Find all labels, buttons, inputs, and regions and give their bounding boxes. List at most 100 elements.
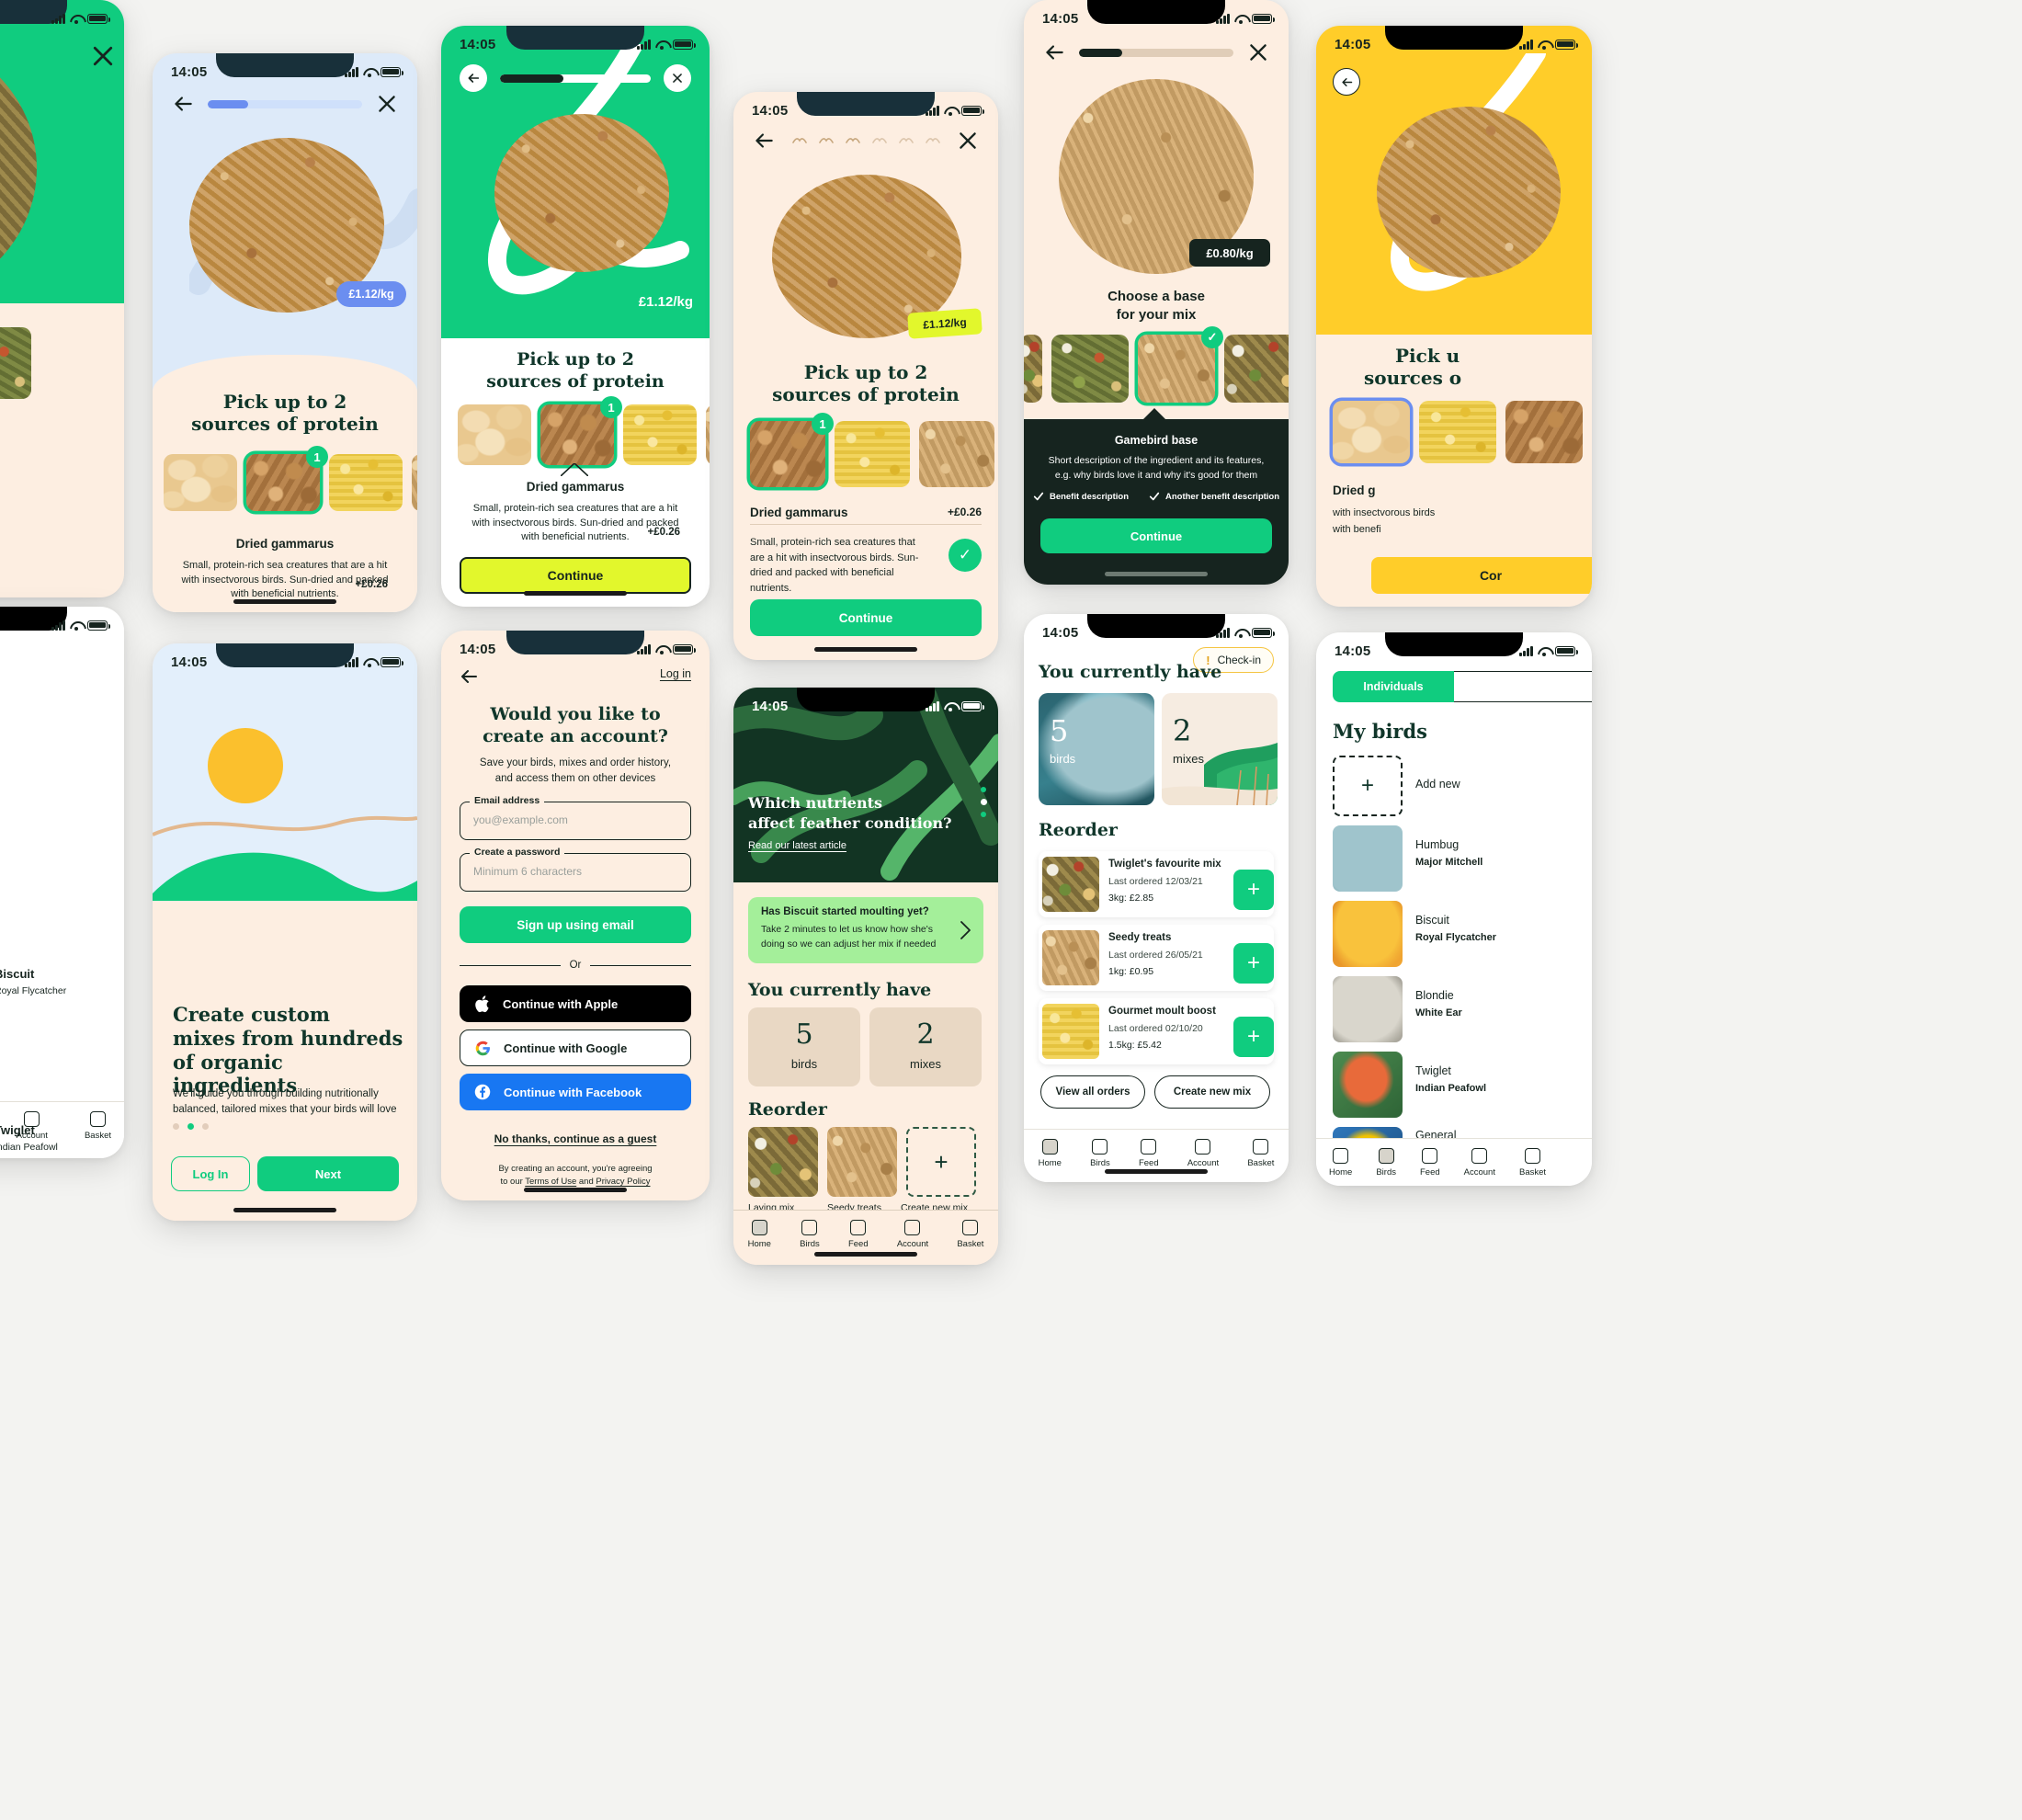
ingredient-tile-peanuts[interactable] [458,404,531,465]
close-icon[interactable] [1246,40,1270,64]
nav-item-feed[interactable]: Feed [1420,1148,1440,1177]
close-icon[interactable] [956,129,980,153]
bird-photo-biscuit[interactable] [1333,901,1403,967]
nav-item-home[interactable]: Home [1329,1148,1352,1177]
ingredient-tile-seed[interactable] [706,404,710,465]
signup-email-button[interactable]: Sign up using email [460,906,691,943]
close-icon [673,74,682,83]
article-cta-link[interactable]: Read our latest article [748,840,846,851]
ingredient-tile-millet[interactable] [1419,401,1496,463]
ingredient-name: Dried g [1333,483,1376,497]
nav-item-birds[interactable]: Birds [1376,1148,1396,1177]
bird-photo-humbug[interactable] [1333,825,1403,892]
stat-card-birds[interactable]: 5 birds [748,1007,860,1086]
ingredient-tile-peanuts[interactable] [164,454,237,511]
stat-card-birds[interactable]: 5 birds [1039,693,1154,805]
base-tile-0[interactable] [1024,335,1042,403]
nav-item-birds[interactable]: Birds [1090,1139,1110,1168]
create-new-mix-button[interactable]: + [906,1127,976,1197]
log-in-button[interactable]: Log In [171,1156,250,1191]
base-tile-3[interactable] [0,327,31,399]
reorder-thumb-laying-mix[interactable] [748,1127,818,1197]
ingredient-price: +£0.26 [947,506,982,518]
back-arrow-icon[interactable] [458,665,480,688]
add-to-basket-button[interactable]: + [1233,870,1274,910]
bird-photo-twiglet[interactable] [1333,1052,1403,1118]
continue-facebook-button[interactable]: Continue with Facebook [460,1074,691,1110]
back-button[interactable] [1333,68,1360,96]
bird-species-twiglet: Indian Peafowl [0,1142,58,1153]
add-to-basket-button[interactable]: + [1233,1017,1274,1057]
ingredient-tile-seed[interactable] [412,454,417,511]
continue-button[interactable]: Continue [750,599,982,636]
base-tile-1[interactable] [1051,335,1129,403]
divider-label: Or [569,960,582,971]
create-new-mix-button[interactable]: Create new mix [1154,1075,1270,1109]
reorder-thumb [1042,857,1099,912]
ingredient-tile-millet[interactable] [329,454,403,511]
privacy-link[interactable]: Privacy Policy [596,1177,650,1187]
add-new-bird-button[interactable]: + [1333,756,1403,816]
bird-photo-blondie[interactable] [1333,976,1403,1042]
ingredient-tile-dried-gammarus[interactable]: 1 [750,413,834,487]
nav-item-feed[interactable]: Feed [1139,1139,1159,1168]
reorder-row-2[interactable]: Gourmet moult boost Last ordered 02/10/2… [1039,998,1274,1064]
ingredient-tile-dried-gammarus[interactable]: 1 [246,446,328,511]
confirm-check-button[interactable]: ✓ [949,539,982,572]
bird-species-biscuit: Royal Flycatcher [0,985,67,996]
log-in-link[interactable]: Log in [660,667,691,680]
stat-card-mixes[interactable]: 2 mixes [1162,693,1278,805]
status-time: 14:05 [1335,643,1371,659]
back-arrow-icon[interactable] [752,129,776,153]
nav-item-basket[interactable]: Basket [1247,1139,1274,1168]
nav-item-account[interactable]: Account [897,1220,928,1249]
nav-item-home[interactable]: Home [1039,1139,1062,1168]
continue-button[interactable]: Continue [460,557,691,594]
terms-link[interactable]: Terms of Use [525,1177,576,1187]
continue-guest-link[interactable]: No thanks, continue as a guest [441,1132,710,1145]
continue-google-button[interactable]: Continue with Google [460,1029,691,1066]
nav-item-birds[interactable]: Birds [800,1220,820,1249]
back-button[interactable] [460,64,487,92]
next-button[interactable]: Next [257,1156,399,1191]
checkin-prompt-card[interactable]: Has Biscuit started moulting yet? Take 2… [748,897,983,963]
progress-bar [208,99,362,108]
nav-item-account[interactable]: Account [1464,1148,1495,1177]
continue-apple-button[interactable]: Continue with Apple [460,985,691,1022]
nav-item-basket[interactable]: Basket [1519,1148,1546,1177]
nav-item-home[interactable]: Home [748,1220,771,1249]
tab-individuals[interactable]: Individuals [1333,671,1454,702]
article-title-l2: affect feather condition? [748,814,952,832]
close-button[interactable] [664,64,691,92]
continue-button[interactable]: Continue [1040,518,1272,553]
reorder-thumb-seedy-treats[interactable] [827,1127,897,1197]
add-to-basket-button[interactable]: + [1233,943,1274,984]
ingredient-tile-dried-gammarus[interactable] [1505,401,1583,463]
email-field[interactable]: Email address you@example.com [460,795,691,840]
nav-item-feed[interactable]: Feed [848,1220,869,1249]
close-icon[interactable] [375,92,399,116]
back-arrow-icon[interactable] [171,92,195,116]
back-arrow-icon[interactable] [1042,40,1066,64]
bird-species-biscuit: Royal Flycatcher [1415,932,1497,943]
status-icons [51,620,110,631]
tab-groups[interactable] [1454,671,1592,702]
password-field[interactable]: Create a password Minimum 6 characters [460,847,691,892]
nav-item-account[interactable]: Account [1187,1139,1219,1168]
base-tile-gamebird[interactable]: ✓ [1138,326,1223,403]
continue-button[interactable]: Cor [1371,557,1592,594]
view-all-orders-button[interactable]: View all orders [1040,1075,1145,1109]
nav-item-basket[interactable]: Basket [957,1220,983,1249]
stat-card-mixes[interactable]: 2 mixes [869,1007,982,1086]
phone-create-account: 14:05 Log in Would you like to create an… [441,631,710,1200]
close-icon[interactable] [89,42,117,70]
ingredient-tile-millet[interactable] [835,421,910,487]
reorder-row-1[interactable]: Seedy treats Last ordered 26/05/21 1kg: … [1039,925,1274,991]
reorder-row-0[interactable]: Twiglet's favourite mix Last ordered 12/… [1039,851,1274,917]
ingredient-tile-seed[interactable] [919,421,994,487]
base-tile-3[interactable] [1224,335,1289,403]
ingredient-tile-peanuts[interactable] [1333,401,1410,463]
ingredient-description: Small, protein-rich sea creatures that a… [471,503,679,543]
ingredient-tile-dried-gammarus[interactable]: 1 [540,396,622,465]
ingredient-tile-millet[interactable] [623,404,697,465]
